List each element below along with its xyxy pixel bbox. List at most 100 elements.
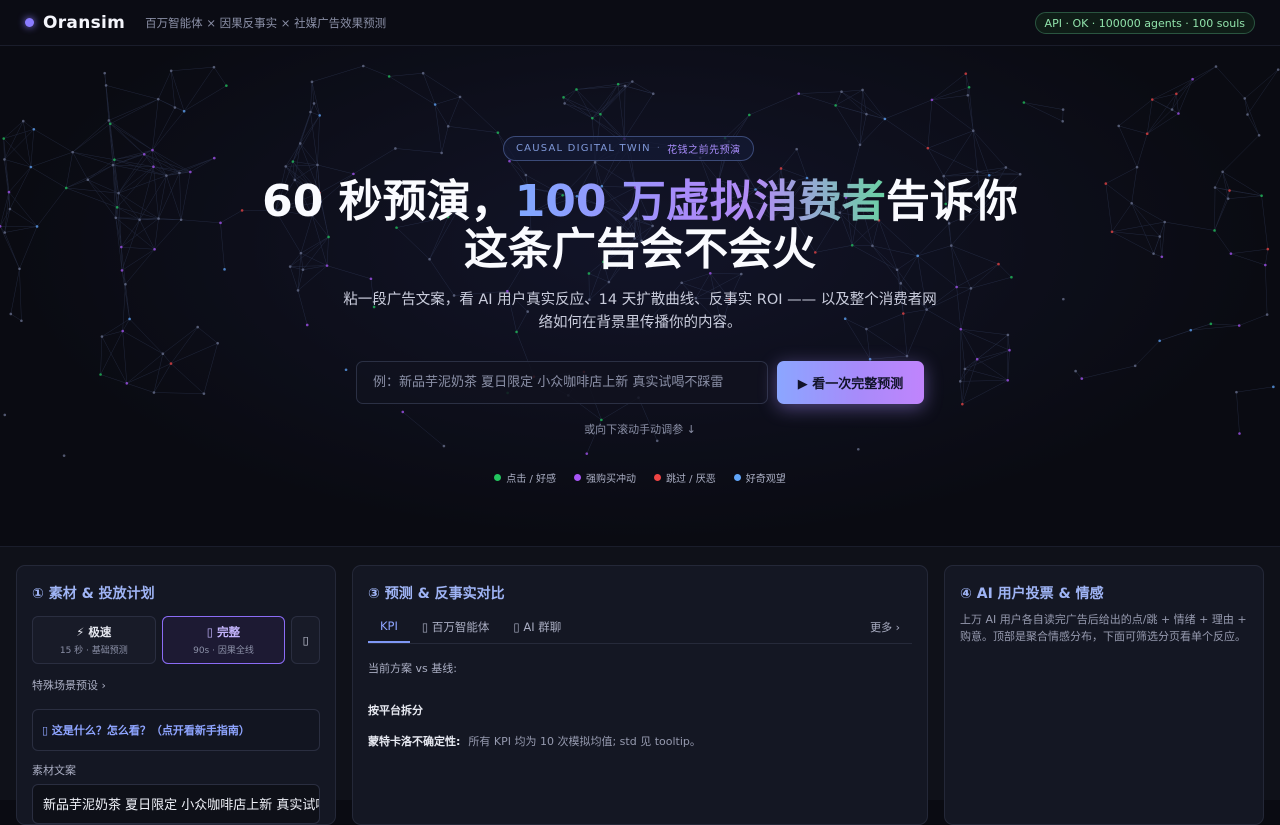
network-node: [927, 147, 930, 150]
network-node: [1006, 379, 1009, 382]
network-node: [143, 153, 146, 156]
legend-item-curious: 好奇观望: [734, 470, 786, 485]
network-node: [112, 164, 115, 167]
legend-dot-icon: [654, 474, 661, 481]
network-node: [3, 158, 6, 161]
network-node: [1136, 166, 1139, 169]
mode-title: ▯ 完整: [207, 624, 240, 640]
mode-subtitle: 15 秒 · 基础预测: [60, 643, 128, 656]
run-full-prediction-button[interactable]: ▶ 看一次完整预测: [777, 361, 924, 404]
hero-subtext: 粘一段广告文案，看 AI 用户真实反应、14 天扩散曲线、反事实 ROI —— …: [340, 289, 940, 335]
legend-label: 好奇观望: [746, 470, 786, 485]
network-node: [1177, 112, 1180, 115]
network-node: [170, 70, 173, 73]
network-node: [1210, 323, 1213, 326]
copy-textarea[interactable]: 新品芋泥奶茶 夏日限定 小众咖啡店上新 真实试喝不踩雷: [32, 784, 320, 824]
network-node: [152, 165, 155, 168]
forecast-tabs: KPI ▯ 百万智能体 ▯ AI 群聊 更多 ›: [368, 616, 912, 644]
network-node: [103, 72, 106, 75]
network-node: [1246, 113, 1249, 116]
headline-part2: 告诉你: [886, 176, 1018, 227]
network-node: [203, 392, 206, 395]
network-node: [313, 102, 316, 105]
tab-million-agents[interactable]: ▯ 百万智能体: [410, 619, 501, 643]
network-node: [440, 152, 443, 155]
network-node: [834, 104, 837, 107]
cta-row: ▶ 看一次完整预测: [356, 361, 924, 404]
network-node: [121, 330, 124, 333]
panel-description: 上万 AI 用户各自读完广告后给出的点/跳 + 情绪 + 理由 + 购意。顶部是…: [960, 611, 1248, 645]
network-node: [1010, 276, 1013, 279]
special-presets-link[interactable]: 特殊场景预设 ›: [32, 677, 320, 693]
scroll-hint[interactable]: 或向下滚动手动调参 ↓: [0, 421, 1280, 437]
network-node: [225, 84, 228, 87]
network-node: [162, 352, 165, 355]
tab-ai-group-chat[interactable]: ▯ AI 群聊: [501, 619, 573, 643]
network-node: [563, 102, 566, 105]
copy-label: 素材文案: [32, 762, 320, 778]
network-node: [1074, 370, 1077, 373]
beginner-guide-toggle[interactable]: ▯ 这是什么？怎么看？（点开看新手指南）: [32, 709, 320, 751]
network-node: [585, 452, 588, 455]
panel-title: ④ AI 用户投票 & 情感: [960, 583, 1248, 603]
legend-item-like: 点击 / 好感: [494, 470, 556, 485]
legend-dot-icon: [734, 474, 741, 481]
network-node: [1007, 334, 1010, 337]
network-node: [976, 358, 979, 361]
panel-title: ① 素材 & 投放计划: [32, 583, 320, 603]
network-node: [101, 335, 104, 338]
network-node: [797, 92, 800, 95]
badge-sub-text: 花钱之前先预演: [667, 141, 741, 156]
network-node: [1191, 78, 1194, 81]
network-node: [165, 174, 168, 177]
mc-text: 所有 KPI 均为 10 次模拟均值; std 见 tooltip。: [468, 735, 700, 748]
network-node: [1277, 68, 1280, 71]
network-node: [99, 373, 102, 376]
ad-copy-input[interactable]: [356, 361, 768, 404]
network-node: [71, 151, 74, 154]
legend-dot-icon: [574, 474, 581, 481]
network-node: [1008, 349, 1011, 352]
network-node: [1158, 339, 1161, 342]
api-status-badge: API · OK · 100000 agents · 100 souls: [1035, 12, 1255, 34]
network-node: [1266, 313, 1269, 316]
network-node: [1062, 298, 1065, 301]
mode-full-button[interactable]: ▯ 完整 90s · 因果全线: [162, 616, 286, 664]
brand-logo[interactable]: Oransim: [43, 13, 125, 33]
network-node: [10, 313, 13, 316]
monte-carlo-note: 蒙特卡洛不确定性:所有 KPI 均为 10 次模拟均值; std 见 toolt…: [368, 733, 912, 749]
network-node: [316, 164, 319, 167]
network-node: [109, 122, 112, 125]
network-node: [30, 166, 33, 169]
mode-fast-button[interactable]: ⚡ 极速 15 秒 · 基础预测: [32, 616, 156, 664]
network-node: [795, 148, 798, 151]
network-node: [861, 89, 864, 92]
hero-section: CAUSAL DIGITAL TWIN · 花钱之前先预演 60 秒预演，100…: [0, 46, 1280, 546]
network-node: [1023, 101, 1026, 104]
by-platform-heading: 按平台拆分: [368, 702, 912, 718]
network-node: [105, 84, 108, 87]
network-node: [1019, 173, 1022, 176]
hero-badge: CAUSAL DIGITAL TWIN · 花钱之前先预演: [503, 136, 754, 161]
legend-label: 强购买冲动: [586, 470, 636, 485]
tab-kpi[interactable]: KPI: [368, 619, 410, 643]
network-node: [976, 170, 979, 173]
network-node: [859, 144, 862, 147]
mode-selector: ⚡ 极速 15 秒 · 基础预测 ▯ 完整 90s · 因果全线 ▯: [32, 616, 320, 664]
network-node: [151, 149, 154, 152]
legend-dot-icon: [494, 474, 501, 481]
network-node: [2, 137, 5, 140]
network-node: [594, 161, 597, 164]
network-node: [959, 380, 962, 383]
current-vs-baseline: 当前方案 vs 基线:: [368, 660, 912, 676]
reaction-legend: 点击 / 好感 强购买冲动 跳过 / 厌恶 好奇观望: [0, 470, 1280, 485]
headline-line2: 这条广告会不会火: [464, 224, 816, 275]
tab-more-button[interactable]: 更多 ›: [870, 619, 900, 635]
network-node: [972, 129, 975, 132]
legend-label: 跳过 / 厌恶: [666, 470, 716, 485]
network-node: [362, 65, 365, 68]
network-node: [309, 111, 312, 114]
network-node: [964, 72, 967, 75]
network-node: [108, 119, 111, 122]
mode-more-button[interactable]: ▯: [291, 616, 320, 664]
